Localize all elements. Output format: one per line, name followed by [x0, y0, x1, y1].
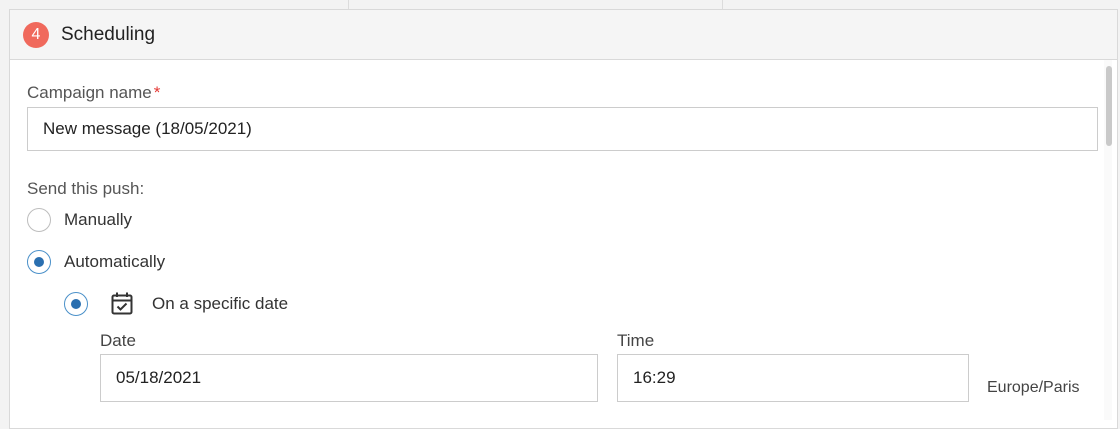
- radio-automatically-label: Automatically: [64, 252, 166, 271]
- radio-dot: [71, 299, 81, 309]
- campaign-name-label-text: Campaign name: [27, 83, 152, 102]
- radio-specific-date[interactable]: On a specific date: [64, 292, 384, 322]
- calendar-check-icon: [111, 292, 133, 315]
- radio-manually-label: Manually: [64, 210, 133, 229]
- radio-automatically[interactable]: Automatically: [27, 250, 327, 280]
- scheduling-panel: 4 Scheduling Campaign name * New message …: [9, 9, 1118, 429]
- campaign-name-input[interactable]: New message (18/05/2021): [27, 107, 1098, 151]
- radio-specific-date-circle[interactable]: [64, 292, 88, 316]
- panel-header[interactable]: 4 Scheduling: [10, 10, 1117, 60]
- time-label: Time: [617, 331, 655, 350]
- date-label: Date: [100, 331, 136, 350]
- radio-manually[interactable]: Manually: [27, 208, 327, 238]
- scrollbar-thumb[interactable]: [1106, 66, 1112, 146]
- campaign-name-label: Campaign name *: [27, 82, 160, 104]
- column-divider: [348, 0, 349, 9]
- date-input[interactable]: 05/18/2021: [100, 354, 598, 402]
- step-number-badge: 4: [23, 22, 49, 48]
- radio-specific-date-label: On a specific date: [152, 294, 289, 313]
- radio-manually-circle[interactable]: [27, 208, 51, 232]
- top-strip: [0, 0, 1120, 9]
- radio-automatically-circle[interactable]: [27, 250, 51, 274]
- timezone-label: Europe/Paris: [987, 379, 1080, 396]
- radio-dot: [34, 257, 44, 267]
- send-push-label: Send this push:: [27, 179, 145, 198]
- column-divider: [722, 0, 723, 9]
- required-star: *: [153, 83, 161, 102]
- time-input[interactable]: 16:29: [617, 354, 969, 402]
- panel-title: Scheduling: [61, 24, 156, 45]
